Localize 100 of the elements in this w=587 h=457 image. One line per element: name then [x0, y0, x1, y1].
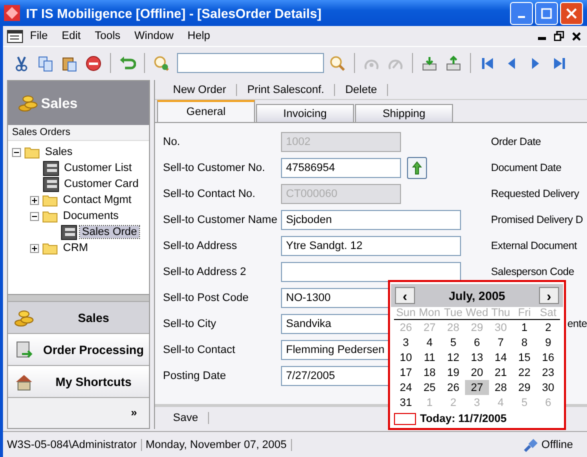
folder-icon	[24, 146, 40, 158]
field-label: Sell-to Contact	[163, 344, 236, 356]
document-icon	[14, 340, 34, 360]
field-label: Order Date	[491, 136, 541, 148]
calendar-day[interactable]: 22	[512, 365, 536, 380]
app-icon	[4, 5, 20, 21]
field-label: Sell-to Contact No.	[163, 188, 256, 200]
panel-title: Sales	[41, 95, 78, 111]
calendar-day[interactable]: 21	[488, 365, 513, 380]
nav-button[interactable]: Order Processing	[8, 333, 149, 365]
input-field[interactable]	[281, 262, 461, 282]
field-label: ente	[567, 318, 587, 330]
calendar-day[interactable]: 31	[394, 395, 418, 410]
command-button[interactable]: Print Salesconf.	[237, 84, 336, 96]
coins-icon	[18, 93, 38, 113]
splitter-handle[interactable]	[8, 294, 149, 301]
calendar-day[interactable]: 15	[512, 350, 536, 365]
field-label: Sell-to Customer Name	[163, 214, 278, 226]
calendar-day[interactable]: 6	[465, 335, 489, 350]
calendar-day[interactable]: 27	[465, 380, 489, 395]
next-month-button[interactable]: ›	[538, 287, 559, 304]
field-label: Sell-to Address	[163, 240, 238, 252]
minimize-icon	[518, 16, 525, 18]
field-label: Sell-to City	[163, 318, 218, 330]
menu-item[interactable]: Help	[180, 30, 218, 42]
folder-icon	[42, 210, 58, 222]
field-label: Posting Date	[163, 370, 227, 382]
tree-item[interactable]: Sales Orde	[80, 226, 140, 238]
calendar-day[interactable]: 28	[488, 380, 513, 395]
folder-icon	[42, 242, 58, 254]
calendar-day[interactable]: 23	[536, 365, 560, 380]
tree-item[interactable]: Sales	[43, 146, 75, 158]
today-marker	[394, 413, 416, 425]
field-label: Sell-to Customer No.	[163, 162, 266, 174]
nav-button[interactable]: My Shortcuts	[8, 365, 149, 397]
calendar-day[interactable]: 18	[418, 365, 442, 380]
tab[interactable]: Shipping	[355, 104, 453, 122]
calendar-day[interactable]: 9	[536, 335, 560, 350]
save-button[interactable]: Save	[163, 412, 210, 424]
weekday-label: Fri	[517, 307, 532, 319]
tab[interactable]: Invoicing	[256, 104, 354, 122]
field-label: Requested Delivery	[491, 188, 580, 200]
menu-item[interactable]: Tools	[88, 30, 128, 42]
lookup-button[interactable]	[407, 157, 427, 179]
minimize-button[interactable]	[510, 2, 533, 24]
expand-icon[interactable]	[30, 196, 39, 204]
input-field[interactable]: Ytre Sandgt. 12	[281, 236, 461, 256]
input-field[interactable]: 47586954	[281, 158, 401, 178]
today-link[interactable]: Today: 11/7/2005	[420, 413, 507, 425]
nav-button[interactable]: Sales	[8, 301, 149, 333]
more-button[interactable]: »	[130, 407, 137, 419]
weekday-label: Thu	[490, 307, 512, 319]
tree-item[interactable]: Customer List	[62, 162, 134, 174]
expand-icon[interactable]	[30, 244, 39, 252]
tree-item[interactable]: Customer Card	[62, 178, 141, 190]
section-label: Sales Orders	[8, 125, 149, 141]
command-button[interactable]: Delete	[335, 84, 388, 96]
tree-item[interactable]: Contact Mgmt	[61, 194, 134, 206]
field-label: Document Date	[491, 162, 562, 174]
connection-status: Offline	[541, 438, 573, 450]
close-button[interactable]	[560, 2, 583, 24]
maximize-icon	[541, 8, 552, 18]
calendar-day[interactable]: 29	[512, 380, 536, 395]
date-status: Monday, November 07, 2005	[142, 438, 292, 450]
tab[interactable]: General	[157, 100, 255, 122]
document-menu-icon[interactable]	[7, 30, 23, 42]
calendar-day[interactable]: 30	[536, 380, 560, 395]
previous-month-button[interactable]: ‹	[395, 287, 415, 304]
maximize-button[interactable]	[535, 2, 558, 24]
search-field[interactable]	[177, 53, 324, 73]
form-icon	[43, 160, 59, 176]
plug-icon	[523, 436, 540, 452]
menu-item[interactable]: Edit	[54, 30, 88, 42]
close-icon[interactable]	[572, 32, 581, 40]
field-label: External Document	[491, 240, 577, 252]
command-button[interactable]: New Order	[163, 84, 238, 96]
calendar-day[interactable]: 16	[536, 350, 560, 365]
calendar-day[interactable]: 1	[512, 320, 536, 335]
field-label: Promised Delivery D	[491, 214, 583, 226]
calendar-day[interactable]: 8	[512, 335, 536, 350]
calendar-day[interactable]: 14	[488, 350, 513, 365]
restore-icon[interactable]	[554, 31, 564, 41]
close-icon	[566, 8, 577, 18]
tree-item[interactable]: CRM	[61, 242, 90, 254]
calendar-day[interactable]: 17	[394, 365, 418, 380]
calendar-day[interactable]: 20	[465, 365, 489, 380]
coins-icon	[14, 308, 34, 328]
menu-item[interactable]: File	[23, 30, 55, 42]
field-label: No.	[163, 136, 182, 148]
calendar-day[interactable]: 7	[488, 335, 513, 350]
collapse-icon[interactable]	[12, 148, 21, 156]
input-field[interactable]: Sjcboden	[281, 210, 461, 230]
field-label: Sell-to Address 2	[163, 266, 248, 278]
tree-item[interactable]: Documents	[61, 210, 121, 222]
collapse-icon[interactable]	[30, 212, 39, 220]
up-arrow-icon	[412, 161, 422, 175]
form-icon	[43, 176, 59, 192]
menu-item[interactable]: Window	[127, 30, 181, 42]
calendar-day[interactable]: 13	[465, 350, 489, 365]
calendar-day[interactable]: 2	[536, 320, 560, 335]
